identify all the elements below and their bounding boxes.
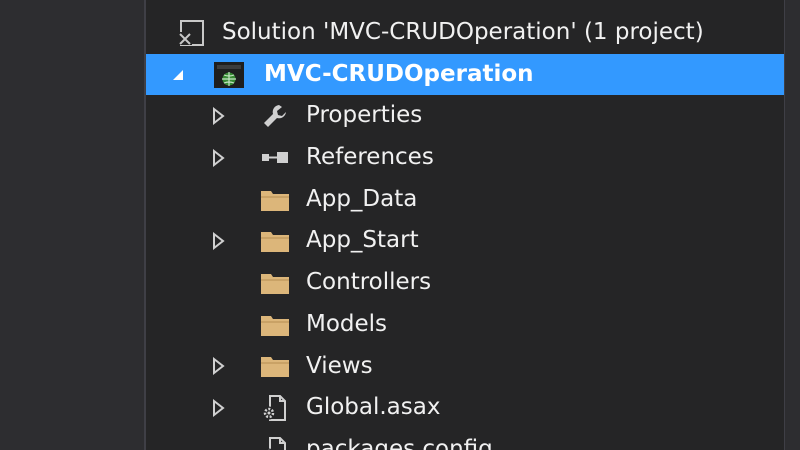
tree-item-global-asax[interactable]: Global.asax — [146, 387, 784, 429]
folder-icon — [258, 304, 292, 346]
tree-item-app-data[interactable]: App_Data — [146, 179, 784, 221]
tree-item-app-start[interactable]: App_Start — [146, 220, 784, 262]
right-panel-edge — [784, 0, 800, 450]
config-file-icon — [258, 387, 292, 429]
app-start-label: App_Start — [306, 227, 419, 254]
expand-arrow-icon[interactable] — [208, 387, 228, 429]
expand-arrow-icon[interactable] — [208, 346, 228, 388]
tree-item-controllers[interactable]: Controllers — [146, 262, 784, 304]
project-label: MVC-CRUDOperation — [264, 60, 534, 87]
tree-item-solution[interactable]: Solution 'MVC-CRUDOperation' (1 project) — [146, 12, 784, 54]
references-label: References — [306, 144, 434, 171]
tree-item-project[interactable]: MVC-CRUDOperation — [146, 53, 784, 96]
wrench-icon — [258, 95, 292, 137]
references-icon — [258, 137, 292, 179]
config-file-icon — [258, 429, 292, 450]
views-label: Views — [306, 352, 373, 379]
solution-tree: Solution 'MVC-CRUDOperation' (1 project)… — [146, 12, 784, 450]
tree-item-views[interactable]: Views — [146, 346, 784, 388]
solution-label: Solution 'MVC-CRUDOperation' (1 project) — [222, 19, 704, 45]
expand-arrow-icon[interactable] — [208, 95, 228, 137]
solution-explorer: Solution 'MVC-CRUDOperation' (1 project)… — [146, 0, 784, 450]
folder-icon — [258, 262, 292, 304]
tree-item-references[interactable]: References — [146, 137, 784, 179]
properties-label: Properties — [306, 102, 423, 129]
app-data-label: App_Data — [306, 185, 418, 212]
global-asax-label: Global.asax — [306, 394, 441, 421]
folder-icon — [258, 179, 292, 221]
tree-item-properties[interactable]: Properties — [146, 95, 784, 137]
folder-icon — [258, 346, 292, 388]
expand-arrow-icon[interactable] — [208, 220, 228, 262]
expand-arrow-icon[interactable] — [208, 137, 228, 179]
left-panel-background — [0, 0, 144, 450]
tree-item-packages-config[interactable]: packages.config — [146, 429, 784, 450]
collapse-arrow-icon[interactable] — [168, 54, 188, 96]
packages-config-label: packages.config — [306, 435, 493, 450]
solution-icon — [174, 12, 208, 54]
controllers-label: Controllers — [306, 269, 432, 296]
tree-item-models[interactable]: Models — [146, 304, 784, 346]
models-label: Models — [306, 310, 388, 337]
web-project-icon — [212, 54, 246, 96]
folder-icon — [258, 220, 292, 262]
